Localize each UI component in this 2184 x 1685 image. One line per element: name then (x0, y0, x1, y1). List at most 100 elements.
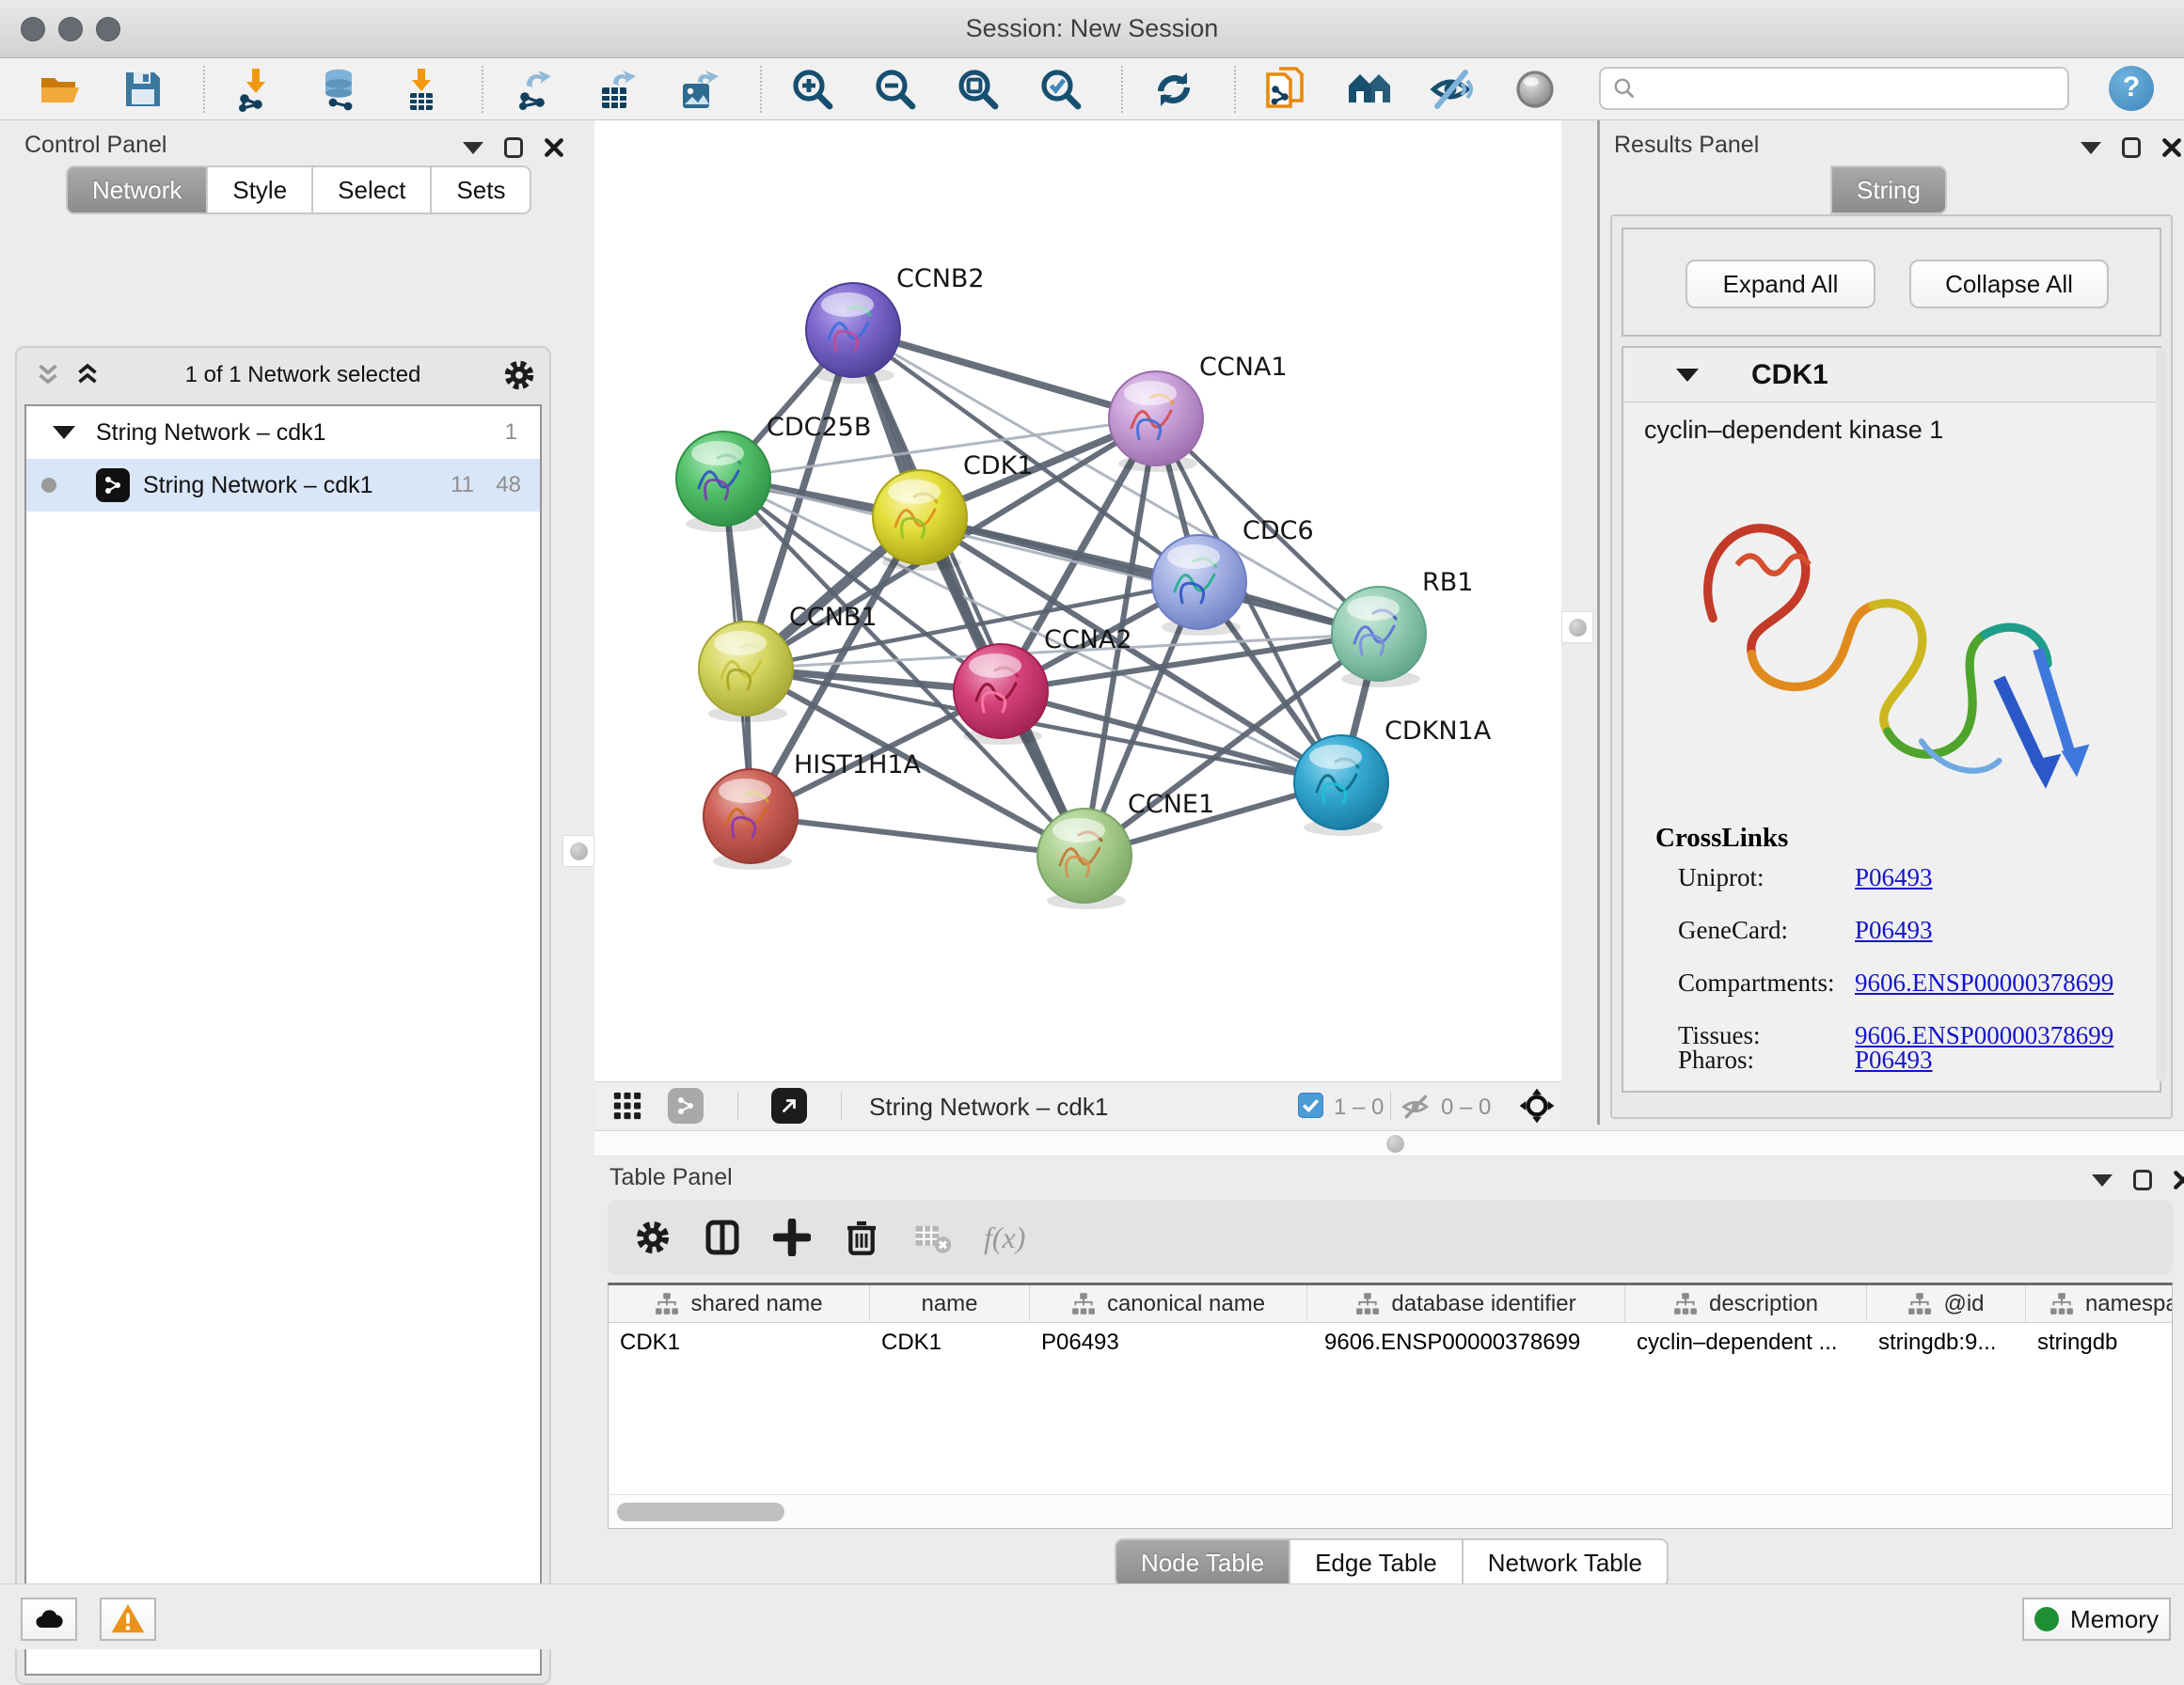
crosslink-link[interactable]: P06493 (1855, 863, 1933, 892)
delete-table-icon-disabled (912, 1218, 952, 1257)
cell-database-identifier[interactable]: 9606.ENSP00000378699 (1307, 1323, 1625, 1362)
scrollbar-thumb[interactable] (617, 1503, 784, 1521)
warnings-button[interactable] (100, 1598, 156, 1641)
hidden-eye-icon[interactable] (1401, 1092, 1432, 1122)
close-panel-icon[interactable] (2173, 1170, 2184, 1190)
export-image-icon[interactable] (677, 67, 722, 112)
cdk1-section-header[interactable]: CDK1 (1623, 348, 2160, 402)
column-header-name[interactable]: name (870, 1285, 1030, 1323)
horizontal-splitter[interactable] (594, 1130, 2184, 1157)
maximize-panel-icon[interactable] (504, 137, 523, 158)
tab-style[interactable]: Style (208, 165, 313, 214)
export-table-icon[interactable] (594, 67, 640, 112)
tab-network-table[interactable]: Network Table (1464, 1538, 1669, 1587)
network-node-RB1[interactable]: RB1 (1332, 568, 1473, 687)
network-node-HIST1H1A[interactable]: HIST1H1A (704, 750, 922, 870)
table-row[interactable]: CDK1 CDK1 P06493 9606.ENSP00000378699 cy… (609, 1323, 2173, 1362)
search-input[interactable] (1599, 67, 2069, 110)
collapse-all-icon[interactable] (32, 359, 64, 391)
network-node-CDC6[interactable]: CDC6 (1152, 516, 1314, 636)
cell-id[interactable]: stringdb:9... (1867, 1323, 2026, 1362)
float-panel-icon[interactable] (2081, 142, 2101, 154)
delete-column-icon[interactable] (843, 1219, 880, 1256)
cell-name[interactable]: CDK1 (870, 1323, 1030, 1362)
show-columns-icon[interactable] (704, 1219, 741, 1256)
cell-canonical-name[interactable]: P06493 (1030, 1323, 1307, 1362)
import-table-from-file-icon[interactable] (399, 67, 444, 112)
new-network-from-selection-icon[interactable] (1264, 67, 1309, 112)
zoom-in-icon[interactable] (790, 67, 835, 112)
cloud-status-button[interactable] (21, 1598, 77, 1641)
section-expander-icon[interactable] (1676, 369, 1699, 382)
column-header-namespace[interactable]: namespace (2026, 1285, 2173, 1323)
grid-view-icon[interactable] (611, 1090, 643, 1122)
cell-namespace[interactable]: stringdb (2026, 1323, 2173, 1362)
maximize-panel-icon[interactable] (2122, 137, 2141, 158)
detach-view-icon[interactable] (771, 1088, 807, 1124)
network-node-CCNA1[interactable]: CCNA1 (1109, 353, 1288, 472)
crosslink-link[interactable]: P06493 (1855, 1046, 1933, 1075)
edge-HIST1H1A-CCNE1[interactable] (751, 816, 1084, 856)
control-panel-title: Control Panel (24, 132, 166, 159)
table-tabs: Node Table Edge Table Network Table (1115, 1538, 1669, 1587)
first-neighbors-icon[interactable] (1347, 67, 1392, 112)
network-node-CCNB2[interactable]: CCNB2 (806, 264, 985, 384)
edge-CCNA2-CDKN1A[interactable] (1001, 691, 1341, 782)
float-panel-icon[interactable] (463, 142, 483, 154)
column-header-shared-name[interactable]: shared name (609, 1285, 870, 1323)
network-canvas[interactable]: CCNB2CCNA1CDC25BCDK1CDC6RB1CCNB1CCNA2CDK… (594, 120, 1561, 1081)
crosslink-link[interactable]: P06493 (1855, 916, 1933, 945)
results-scrollbar[interactable] (2156, 348, 2167, 1081)
column-header-canonical-name[interactable]: canonical name (1030, 1285, 1307, 1323)
crosslink-label: GeneCard: (1678, 916, 1788, 945)
tab-string[interactable]: String (1830, 165, 1947, 214)
results-panel: Results Panel String Expand All Collapse… (1603, 120, 2184, 1125)
gear-icon[interactable] (634, 1219, 672, 1256)
network-node-CDKN1A[interactable]: CDKN1A (1294, 717, 1492, 836)
network-graph[interactable]: CCNB2CCNA1CDC25BCDK1CDC6RB1CCNB1CCNA2CDK… (594, 120, 1561, 1081)
float-panel-icon[interactable] (2092, 1174, 2113, 1187)
right-splitter-handle[interactable] (1561, 611, 1593, 643)
expand-all-button[interactable]: Expand All (1685, 260, 1875, 308)
maximize-panel-icon[interactable] (2133, 1170, 2152, 1190)
tab-node-table[interactable]: Node Table (1115, 1538, 1290, 1587)
column-header-database-identifier[interactable]: database identifier (1307, 1285, 1625, 1323)
table-horizontal-scrollbar[interactable] (609, 1494, 2173, 1528)
cell-shared-name[interactable]: CDK1 (609, 1323, 870, 1362)
tab-network[interactable]: Network (66, 165, 208, 214)
zoom-out-icon[interactable] (873, 67, 918, 112)
save-session-icon[interactable] (120, 67, 166, 112)
show-all-icon[interactable] (1512, 67, 1558, 112)
collapse-all-button[interactable]: Collapse All (1909, 260, 2109, 308)
tab-sets[interactable]: Sets (432, 165, 531, 214)
tab-select[interactable]: Select (313, 165, 432, 214)
network-view-icon-disabled[interactable] (668, 1088, 704, 1124)
network-row-selected[interactable]: String Network – cdk1 11 48 (26, 459, 540, 512)
birds-eye-view-icon[interactable] (1518, 1087, 1556, 1125)
zoom-selected-icon[interactable] (1038, 67, 1084, 112)
help-button[interactable]: ? (2109, 66, 2154, 111)
crosslink-link[interactable]: 9606.ENSP00000378699 (1855, 968, 2113, 998)
gear-icon[interactable] (502, 358, 536, 392)
close-panel-icon[interactable] (544, 137, 564, 158)
hide-selection-icon[interactable] (1430, 67, 1475, 112)
add-column-icon[interactable] (773, 1219, 811, 1256)
tab-edge-table[interactable]: Edge Table (1290, 1538, 1464, 1587)
expand-all-icon[interactable] (71, 359, 103, 391)
zoom-fit-icon[interactable] (956, 67, 1001, 112)
open-session-icon[interactable] (38, 67, 83, 112)
left-splitter-handle[interactable] (562, 835, 594, 867)
network-collection-row[interactable]: String Network – cdk1 1 (26, 406, 540, 459)
column-header-description[interactable]: description (1625, 1285, 1867, 1323)
selected-nodes-checkbox[interactable] (1298, 1093, 1323, 1118)
memory-button[interactable]: Memory (2022, 1598, 2171, 1641)
export-network-icon[interactable] (512, 67, 557, 112)
import-network-from-file-icon[interactable] (233, 67, 278, 112)
apply-preferred-layout-icon[interactable] (1151, 67, 1196, 112)
close-panel-icon[interactable] (2161, 137, 2182, 158)
cell-description[interactable]: cyclin–dependent ... (1625, 1323, 1867, 1362)
column-header-id[interactable]: @id (1867, 1285, 2026, 1323)
collection-expander-icon[interactable] (53, 426, 75, 439)
import-network-from-database-icon[interactable] (316, 67, 361, 112)
horizontal-splitter-handle[interactable] (1386, 1135, 1404, 1153)
